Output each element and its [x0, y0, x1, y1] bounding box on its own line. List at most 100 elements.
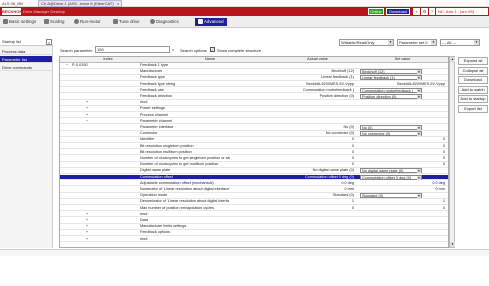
table-row[interactable]: + Power settings — [60, 106, 448, 112]
table-row[interactable]: Operation mode Standard (0) Standard (0) ▼ — [60, 193, 448, 199]
add-to-watch-button[interactable]: Add to watch — [458, 85, 488, 94]
expand-all-button[interactable]: Expand all — [458, 57, 488, 65]
set-value[interactable]: 0 — [360, 162, 445, 167]
table-row[interactable]: + mod — [60, 237, 448, 243]
set-value-select[interactable]: No connector (0) ▼ — [360, 131, 422, 137]
table-row[interactable]: Number of clockcycles to get singleturn … — [60, 156, 448, 162]
parameter-set-select[interactable]: Parameter set 0 ▼ — [397, 39, 437, 46]
window-title: ALS 08_BN — [2, 1, 23, 6]
table-row[interactable]: Digital name plate No digital name plate … — [60, 168, 448, 174]
chevron-down-icon: ▼ — [417, 132, 421, 137]
tune-drive-button[interactable]: Tune drive — [113, 18, 140, 26]
table-row[interactable]: Feedback type string Beck#AL8200MES-5V-Vp… — [60, 81, 448, 88]
vertical-scrollbar[interactable]: ▲ ▼ — [449, 56, 455, 248]
set-value: Commutation motorfeedback ( — [362, 88, 414, 93]
run-motor-button[interactable]: Run-motor — [74, 18, 101, 26]
set-value-select[interactable]: No digital name plate (0) ▼ — [360, 168, 422, 174]
column-header-index[interactable]: Index — [78, 57, 138, 62]
set-value-select[interactable]: No (0) ▼ — [360, 125, 422, 130]
table-row[interactable]: Denominator of 'Linear resolution about … — [60, 199, 448, 205]
document-tab[interactable]: Ch.A@Drive 1 (AX5...evice 6 (EtherCAT) × — [38, 0, 123, 7]
advanced-tab[interactable]: Advanced — [195, 18, 227, 26]
parameter-index — [72, 88, 132, 93]
column-header-name[interactable]: Name — [140, 57, 280, 62]
set-value[interactable]: 0 — [360, 144, 445, 149]
sidebar-item-parameter-list[interactable]: Parameter list — [0, 56, 52, 63]
all-filter-select[interactable]: --- All --- ▼ — [440, 39, 480, 46]
parameter-index — [72, 106, 132, 111]
set-value[interactable]: 0 — [360, 206, 445, 211]
actual-value — [280, 63, 354, 68]
set-value-select[interactable]: Linear feedback (1) ▼ — [360, 75, 422, 81]
search-clear-icon[interactable]: × — [172, 47, 174, 52]
set-value — [360, 212, 445, 217]
add-to-startup-button[interactable]: Add to startup — [458, 95, 488, 103]
download-status[interactable]: Download — [386, 8, 410, 15]
table-row[interactable]: Feedback use Commutation motorfeedback (C… — [60, 87, 448, 94]
show-structure-checkbox[interactable]: ✓ — [210, 47, 215, 52]
scroll-down-icon[interactable]: ▼ — [450, 242, 455, 247]
table-row[interactable]: Numerator of 'Linear resolution about di… — [60, 187, 448, 193]
scroll-up-icon[interactable]: ▲ — [450, 57, 455, 62]
table-row[interactable]: Identifier 0 0 — [60, 137, 448, 143]
online-status[interactable]: Online — [368, 8, 384, 15]
set-value[interactable]: 0 — [360, 150, 445, 155]
set-value-select[interactable]: Positive direction (0) ▼ — [360, 94, 422, 99]
search-input[interactable]: 150 — [95, 46, 170, 53]
table-row[interactable]: Bit resolution singleturn position 0 0 — [60, 144, 448, 150]
chevron-down-icon: ▼ — [417, 95, 421, 99]
set-value-select[interactable]: Commutation offset 0 deg (0) ▼ — [360, 174, 422, 180]
sidebar-item-process-data[interactable]: Process data — [0, 48, 52, 55]
table-row[interactable]: Feedback type Linear feedback (1) Linear f… — [60, 75, 448, 81]
settings-icon[interactable]: ⚙ — [421, 8, 428, 15]
table-row[interactable]: − P-0-0150 Feedback 1 type — [60, 63, 448, 69]
diagnostics-button[interactable]: Diagnostics — [150, 18, 179, 26]
table-row[interactable]: − Parameter channel — [60, 119, 448, 125]
scaling-button[interactable]: Scaling — [44, 18, 64, 26]
parameter-index — [72, 187, 132, 192]
tab-close-icon[interactable]: × — [117, 1, 119, 6]
sidebar-close-icon[interactable]: × — [46, 39, 52, 45]
table-row[interactable]: Connector No connector (0) No connector (0… — [60, 131, 448, 137]
table-row[interactable]: Max number of position extrapolation cyc… — [60, 206, 448, 212]
parameter-name: Feedback type string — [140, 81, 176, 86]
column-header-actual[interactable]: Actual value — [280, 57, 355, 62]
set-value[interactable]: 0 mm — [360, 187, 446, 192]
gear-icon — [3, 19, 8, 24]
set-value[interactable]: 1 — [360, 199, 445, 204]
table-row[interactable]: + Data — [60, 218, 448, 224]
table-row[interactable]: Bit resolution multiturn position 0 0 — [60, 149, 448, 156]
sidebar-item-drive-commands[interactable]: Drive commands — [0, 64, 52, 71]
download-button[interactable]: Download — [458, 76, 488, 84]
save-icon[interactable]: ▪ — [413, 8, 420, 15]
table-row[interactable]: Manufacturer Beckhoff (12) Beckhoff (12) ▼ — [60, 69, 448, 75]
writable-filter-select[interactable]: Writable/ReadOnly ▼ — [339, 39, 394, 46]
table-row[interactable]: + mod — [60, 212, 448, 218]
expand-toggle-icon[interactable]: − — [64, 63, 70, 68]
table-row[interactable]: + Manufacturer limits settings — [60, 224, 448, 230]
table-row[interactable]: + mod — [60, 100, 448, 106]
table-row[interactable]: + Feedback options — [60, 230, 448, 236]
set-value[interactable]: 0 — [360, 137, 445, 142]
set-value[interactable]: 0.0 deg — [360, 181, 445, 186]
table-row[interactable]: Parameter interface No (0) No (0) ▼ — [60, 125, 448, 131]
table-row[interactable]: Adjustable commutation offset (mechanica… — [60, 181, 448, 187]
table-row[interactable]: Number of clockcycles to get multiturn p… — [60, 162, 448, 168]
export-list-button[interactable]: Export list — [458, 104, 488, 113]
column-header-set[interactable]: Set value — [360, 57, 445, 62]
table-row[interactable]: + Process channel — [60, 113, 448, 119]
collapse-all-button[interactable]: Collapse all — [458, 66, 488, 75]
table-row[interactable]: Commutation offset Commutation offset 0 d… — [60, 174, 448, 181]
actual-value: 0 — [351, 149, 354, 154]
set-value[interactable]: Beck#AL8200MES-5V-Vppp — [360, 82, 445, 87]
show-structure-label: Show complete structure — [217, 48, 262, 53]
set-value-select[interactable]: Standard (0) ▼ — [360, 193, 422, 199]
set-value[interactable]: 0 — [360, 156, 445, 161]
set-value-select[interactable]: Beckhoff (12) ▼ — [360, 69, 422, 75]
parameter-index — [72, 113, 132, 118]
set-value-select[interactable]: Commutation motorfeedback (▼ — [360, 87, 422, 93]
table-row[interactable]: Feedback direction Positive direction (0)… — [60, 94, 448, 100]
parameter-index — [72, 119, 132, 124]
basic-settings-button[interactable]: Basic settings — [3, 18, 36, 26]
help-icon[interactable]: ? — [429, 8, 435, 15]
